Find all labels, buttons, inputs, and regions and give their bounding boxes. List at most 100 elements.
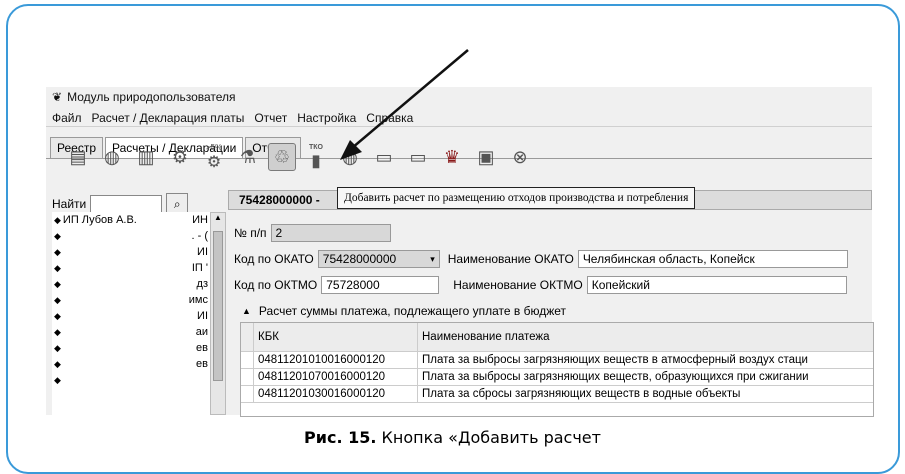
cell-payment-name[interactable]: Плата за сбросы загрязняющих веществ в в…: [418, 388, 740, 400]
org-tail: . - (: [191, 230, 209, 242]
document-stack-icon[interactable]: ▥: [132, 143, 160, 171]
bullet-icon: ◆: [54, 262, 61, 273]
org-tail: ев: [196, 358, 208, 370]
list-item[interactable]: ◆ ев: [52, 356, 210, 372]
menu-help[interactable]: Справка: [366, 111, 413, 125]
menu-calc[interactable]: Расчет / Декларация платы: [92, 111, 245, 125]
scroll-thumb[interactable]: [213, 231, 223, 381]
figure-caption: Рис. 15. Кнопка «Добавить расчет: [0, 428, 905, 447]
cell-payment-name[interactable]: Плата за выбросы загрязняющих веществ, о…: [418, 371, 809, 383]
section-header[interactable]: ▲ Расчет суммы платежа, подлежащего упла…: [242, 304, 566, 318]
cell-kbk[interactable]: 04811201070016000120: [254, 369, 418, 385]
bullet-icon: ◆: [54, 278, 61, 289]
np-field[interactable]: 2: [270, 224, 391, 242]
menu-bar: Файл Расчет / Декларация платы Отчет Нас…: [46, 109, 872, 127]
org-left: ◆: [54, 295, 63, 306]
list-item[interactable]: ◆ ев: [52, 340, 210, 356]
table-row[interactable]: 04811201030016000120 Плата за сбросы загр…: [241, 386, 873, 403]
bullet-icon: ◆: [54, 230, 61, 241]
org-left: ◆: [54, 263, 63, 274]
globe-remove-icon[interactable]: ◍: [336, 143, 364, 171]
org-tail: ИI: [197, 246, 208, 258]
tko-label: ТКО: [309, 143, 323, 151]
org-tail: дз: [196, 278, 208, 290]
emblem-icon[interactable]: ♛: [438, 143, 466, 171]
okato-label: Код по ОКАТО: [234, 252, 314, 266]
list-item[interactable]: ◆ имс: [52, 292, 210, 308]
menu-settings[interactable]: Настройка: [297, 111, 356, 125]
add-calc-1-icon[interactable]: ⚙: [166, 143, 194, 171]
col-kbk[interactable]: КБК: [254, 323, 418, 351]
bullet-icon: ◆: [54, 294, 61, 305]
org-left: ◆: [54, 327, 63, 338]
org-left: ◆: [54, 279, 63, 290]
col-payment-name[interactable]: Наименование платежа: [418, 331, 550, 343]
cell-kbk[interactable]: 04811201010016000120: [254, 352, 418, 368]
list-item[interactable]: ◆ ИП Лубов А.В. ИН: [52, 212, 210, 228]
org-name-text: ИП Лубов А.В.: [62, 214, 137, 226]
add-calc-over-icon[interactable]: >5% ⚙: [200, 143, 228, 171]
tko-icon[interactable]: ТКО ▮: [302, 143, 330, 171]
list-item[interactable]: ◆ ИI: [52, 308, 210, 324]
find-input[interactable]: [90, 195, 163, 213]
grid-header: КБК Наименование платежа: [241, 323, 873, 352]
list-item[interactable]: ◆ ИI: [52, 244, 210, 260]
table-row[interactable]: 04811201010016000120 Плата за выбросы заг…: [241, 352, 873, 369]
org-tail: имс: [188, 294, 208, 306]
doc-delete-icon[interactable]: ▭: [404, 143, 432, 171]
window-title: Модуль природопользователя: [67, 90, 236, 104]
over-label: >5%: [205, 142, 223, 152]
scroll-up-icon[interactable]: ▲: [211, 213, 225, 222]
section-title: Расчет суммы платежа, подлежащего уплате…: [258, 304, 567, 318]
doc-export-icon[interactable]: ▭: [370, 143, 398, 171]
save-icon[interactable]: ▣: [472, 143, 500, 171]
caption-text: Кнопка «Добавить расчет: [376, 428, 601, 447]
org-tail: ІП ': [191, 262, 208, 274]
okato-name-label: Наименование ОКАТО: [447, 252, 574, 266]
waste-add-icon[interactable]: ♲: [268, 143, 296, 171]
payments-grid: КБК Наименование платежа 048112010100160…: [240, 322, 874, 417]
cell-kbk[interactable]: 04811201030016000120: [254, 386, 418, 402]
org-tail: ИН: [192, 214, 208, 226]
bullet-icon: ◆: [54, 246, 61, 257]
bullet-icon: ◆: [54, 342, 61, 353]
list-item[interactable]: ◆ . - (: [52, 228, 210, 244]
find-label: Найти: [52, 197, 87, 211]
org-tail: ИI: [197, 310, 208, 322]
collapse-icon[interactable]: ▲: [242, 306, 251, 316]
org-left: ◆: [54, 231, 63, 242]
bullet-icon: ◆: [54, 214, 61, 225]
list-scrollbar[interactable]: ▲: [210, 212, 226, 415]
close-icon[interactable]: ⊗: [506, 143, 534, 171]
row-indicator: [241, 352, 254, 368]
menu-file[interactable]: Файл: [52, 111, 82, 125]
list-item[interactable]: ◆: [52, 372, 210, 388]
toolbar: ▤ ◍ ▥ ⚙ >5% ⚙ ⚗ ♲ ТКО ▮ ◍ ▭ ▭ ♛ ▣ ⊗: [64, 143, 534, 171]
add-calc-pipe-icon[interactable]: ⚗: [234, 143, 262, 171]
bullet-icon: ◆: [54, 326, 61, 337]
org-left: ◆: [54, 375, 63, 386]
list-item[interactable]: ◆ аи: [52, 324, 210, 340]
list-item[interactable]: ◆ дз: [52, 276, 210, 292]
org-tail: аи: [195, 326, 208, 338]
row-indicator: [241, 323, 254, 351]
add-doc-icon[interactable]: ▤: [64, 143, 92, 171]
org-left: ◆ ИП Лубов А.В.: [54, 214, 137, 226]
okato-select[interactable]: 75428000000 ▾: [317, 250, 440, 268]
cell-payment-name[interactable]: Плата за выбросы загрязняющих веществ в …: [418, 354, 808, 366]
oktmo-field[interactable]: 75728000: [321, 276, 440, 294]
oktmo-row: Код по ОКТМО 75728000 Наименование ОКТМО…: [234, 276, 847, 294]
chevron-down-icon[interactable]: ▾: [430, 254, 435, 265]
np-label: № п/п: [234, 226, 267, 240]
okato-value: 75428000000: [322, 252, 397, 266]
list-item[interactable]: ◆ ІП ': [52, 260, 210, 276]
organization-list: ◆ ИП Лубов А.В. ИН ◆. - (◆ ИI ◆ ІП ' ◆ дз ◆ имс ◆ ИI…: [52, 212, 211, 415]
bullet-icon: ◆: [54, 374, 61, 385]
oktmo-name-field[interactable]: Копейский: [586, 276, 847, 294]
table-row[interactable]: 04811201070016000120 Плата за выбросы заг…: [241, 369, 873, 386]
tooltip: Добавить расчет по размещению отходов пр…: [337, 187, 696, 209]
okato-name-field[interactable]: Челябинская область, Копейск: [577, 250, 848, 268]
globe-add-icon[interactable]: ◍: [98, 143, 126, 171]
org-tail: ев: [196, 342, 208, 354]
menu-report[interactable]: Отчет: [254, 111, 287, 125]
